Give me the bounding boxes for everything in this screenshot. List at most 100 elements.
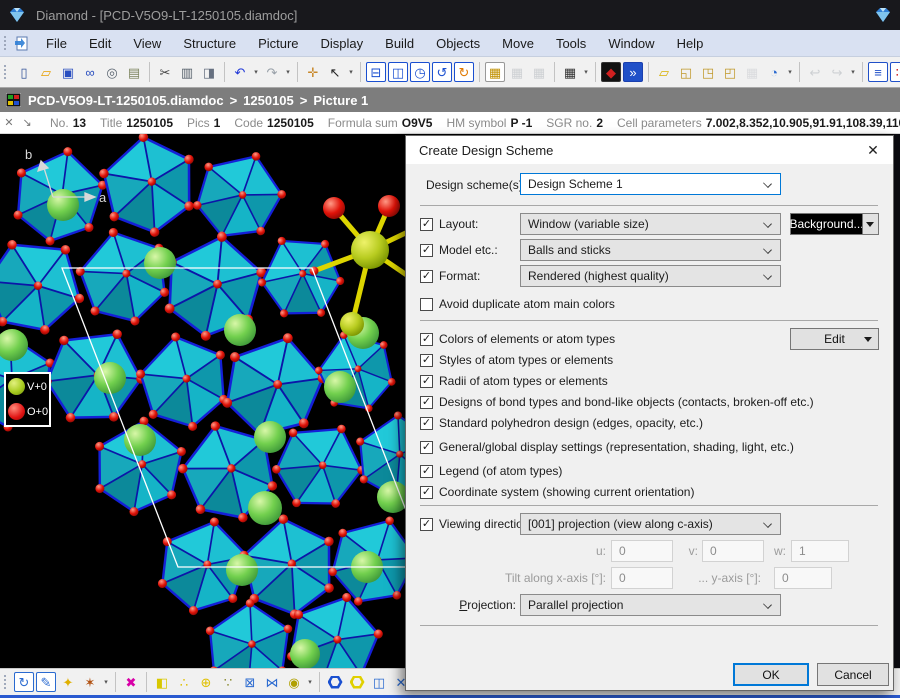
- wizard-icon[interactable]: ✦: [58, 672, 78, 692]
- destroy-icon[interactable]: ✖: [121, 672, 141, 692]
- cell-edges-icon[interactable]: ⊠: [240, 672, 260, 692]
- undo-icon[interactable]: ↶: [230, 62, 250, 82]
- add-atom-icon[interactable]: ⊕: [196, 672, 216, 692]
- avoid-duplicate-checkbox[interactable]: [420, 298, 433, 311]
- breadcrumb-structure[interactable]: 1250105: [243, 93, 294, 108]
- viewing-direction-checkbox[interactable]: [420, 518, 433, 531]
- pan-icon[interactable]: ✛: [303, 62, 323, 82]
- design-scheme-combobox[interactable]: Design Scheme 1: [520, 173, 781, 195]
- picture-insert-icon[interactable]: ◱: [676, 62, 696, 82]
- select-arrow-icon-dropdown[interactable]: [346, 62, 356, 82]
- menu-structure[interactable]: Structure: [172, 30, 247, 56]
- save-icon[interactable]: ▣: [58, 62, 78, 82]
- layout-checkbox[interactable]: [420, 218, 433, 231]
- data-sheet-icon[interactable]: ▦: [560, 62, 580, 82]
- update-picture-icon[interactable]: ↻: [14, 672, 34, 692]
- tilt-x-input[interactable]: 0: [611, 567, 673, 589]
- data-sheet-icon-dropdown[interactable]: [581, 62, 591, 82]
- history-icon[interactable]: ◷: [410, 62, 430, 82]
- refresh-icon[interactable]: ↻: [454, 62, 474, 82]
- new-table-icon[interactable]: ▦: [485, 62, 505, 82]
- infobar-popout-icon[interactable]: ↘: [18, 116, 36, 129]
- connect-atoms-icon[interactable]: ⋈: [262, 672, 282, 692]
- menu-view[interactable]: View: [122, 30, 172, 56]
- screen-view-icon[interactable]: ◆: [601, 62, 621, 82]
- menu-window[interactable]: Window: [597, 30, 665, 56]
- menu-help[interactable]: Help: [666, 30, 715, 56]
- atom-group-icon[interactable]: ∴: [174, 672, 194, 692]
- toolbar-grip[interactable]: [3, 674, 8, 690]
- background-button[interactable]: Background...: [790, 213, 863, 235]
- projection-combobox[interactable]: Parallel projection: [520, 594, 781, 616]
- coordinate-system-checkbox[interactable]: [420, 486, 433, 499]
- polyhedron-outline-icon[interactable]: [325, 672, 345, 692]
- menu-move[interactable]: Move: [491, 30, 545, 56]
- radii-checkbox[interactable]: [420, 375, 433, 388]
- menubar-grip[interactable]: [3, 35, 8, 51]
- fill-atoms-icon[interactable]: ◧: [152, 672, 172, 692]
- menu-picture[interactable]: Picture: [247, 30, 309, 56]
- new-file-icon[interactable]: ▯: [14, 62, 34, 82]
- find-icon[interactable]: ∞: [80, 62, 100, 82]
- polyhedron-design-checkbox[interactable]: [420, 417, 433, 430]
- advance-icon[interactable]: »: [623, 62, 643, 82]
- paste-icon[interactable]: ◨: [199, 62, 219, 82]
- menu-file[interactable]: File: [35, 30, 78, 56]
- styles-checkbox[interactable]: [420, 354, 433, 367]
- menu-display[interactable]: Display: [310, 30, 375, 56]
- edit-comment-icon[interactable]: ✎: [36, 672, 56, 692]
- colors-checkbox[interactable]: [420, 333, 433, 346]
- breadcrumb-picture[interactable]: Picture 1: [313, 93, 368, 108]
- viewing-direction-combobox[interactable]: [001] projection (view along c-axis): [520, 513, 781, 535]
- document-switch-icon[interactable]: [13, 35, 31, 52]
- tilt-y-input[interactable]: 0: [774, 567, 832, 589]
- w-input[interactable]: 1: [791, 540, 849, 562]
- copy-icon[interactable]: ▥: [177, 62, 197, 82]
- toolbar-grip[interactable]: [3, 64, 8, 80]
- undo-view-icon[interactable]: ↺: [432, 62, 452, 82]
- infobar-close-icon[interactable]: ✕: [0, 116, 18, 129]
- dialog-close-button[interactable]: ✕: [853, 136, 893, 164]
- polyhedron-filled-icon[interactable]: [347, 672, 367, 692]
- tree-view-icon[interactable]: ⊟: [366, 62, 386, 82]
- polyhedra-stack-icon[interactable]: ◫: [369, 672, 389, 692]
- undo-icon-dropdown[interactable]: [251, 62, 261, 82]
- cancel-button[interactable]: Cancel: [817, 663, 889, 686]
- broken-bond-icon[interactable]: ∵: [218, 672, 238, 692]
- redo-icon[interactable]: ↷: [262, 62, 282, 82]
- picture-copy-icon[interactable]: ◳: [698, 62, 718, 82]
- menu-build[interactable]: Build: [374, 30, 425, 56]
- legend-checkbox[interactable]: [420, 465, 433, 478]
- build-tool-icon[interactable]: ✶: [80, 672, 100, 692]
- breadcrumb-document[interactable]: PCD-V5O9-LT-1250105.diamdoc: [28, 93, 224, 108]
- bond-designs-checkbox[interactable]: [420, 396, 433, 409]
- redo-icon-dropdown[interactable]: [283, 62, 293, 82]
- open-file-icon[interactable]: ▱: [36, 62, 56, 82]
- build-tool-icon-dropdown[interactable]: [101, 672, 111, 692]
- menu-tools[interactable]: Tools: [545, 30, 597, 56]
- properties-icon[interactable]: ∷: [890, 62, 900, 82]
- edit-button[interactable]: Edit: [790, 328, 879, 350]
- cut-icon[interactable]: ✂: [155, 62, 175, 82]
- global-display-checkbox[interactable]: [420, 441, 433, 454]
- split-view-icon[interactable]: ◫: [388, 62, 408, 82]
- model-checkbox[interactable]: [420, 244, 433, 257]
- menu-edit[interactable]: Edit: [78, 30, 122, 56]
- new-picture-icon[interactable]: ▱: [654, 62, 674, 82]
- packing-icon[interactable]: ◉: [284, 672, 304, 692]
- play-time-icon-dropdown[interactable]: [785, 62, 795, 82]
- print-icon[interactable]: ▤: [124, 62, 144, 82]
- model-combobox[interactable]: Balls and sticks: [520, 239, 781, 261]
- menu-objects[interactable]: Objects: [425, 30, 491, 56]
- picture-frame-icon[interactable]: ◰: [720, 62, 740, 82]
- nav-forward-icon-dropdown[interactable]: [848, 62, 858, 82]
- v-input[interactable]: 0: [702, 540, 764, 562]
- select-arrow-icon[interactable]: ↖: [325, 62, 345, 82]
- u-input[interactable]: 0: [611, 540, 673, 562]
- background-dropdown-button[interactable]: [862, 213, 879, 235]
- layout-combobox[interactable]: Window (variable size): [520, 213, 781, 235]
- play-time-icon[interactable]: ◔: [764, 62, 784, 82]
- print-preview-icon[interactable]: ◎: [102, 62, 122, 82]
- format-checkbox[interactable]: [420, 270, 433, 283]
- ok-button[interactable]: OK: [733, 663, 809, 686]
